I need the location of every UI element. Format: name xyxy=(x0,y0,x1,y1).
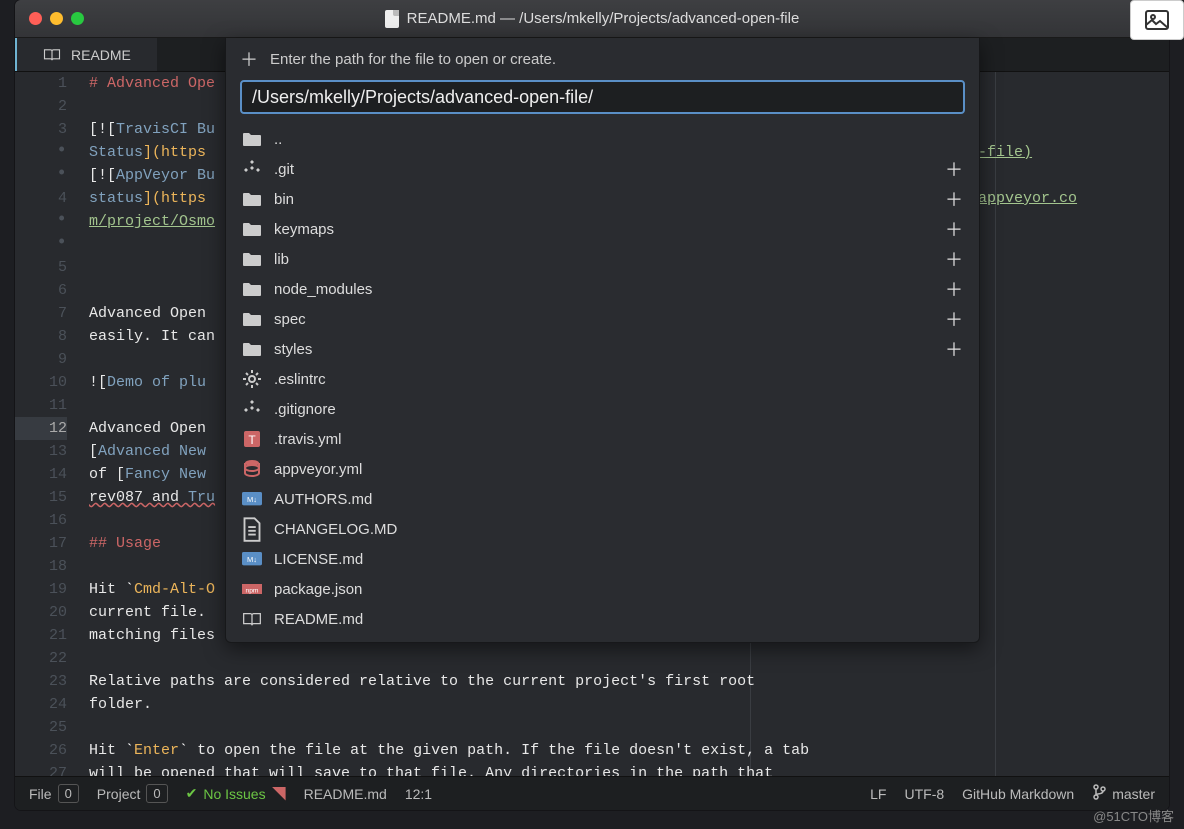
file-row-gitignore[interactable]: .gitignore xyxy=(226,394,979,424)
file-row-READMEmd[interactable]: README.md xyxy=(226,604,979,634)
lint-icon xyxy=(272,787,286,801)
file-name: README.md xyxy=(274,611,363,628)
window-maximize[interactable] xyxy=(71,12,84,25)
book-icon xyxy=(242,610,262,628)
svg-text:M↓: M↓ xyxy=(247,555,257,564)
file-row-lib[interactable]: lib ＋ xyxy=(226,244,979,274)
file-name: keymaps xyxy=(274,221,334,238)
file-row-styles[interactable]: styles ＋ xyxy=(226,334,979,364)
folder-icon xyxy=(242,280,262,298)
add-icon[interactable]: ＋ xyxy=(945,306,963,332)
file-name: lib xyxy=(274,251,289,268)
tab-readme[interactable]: README xyxy=(15,38,157,71)
add-icon[interactable]: ＋ xyxy=(945,156,963,182)
status-issues[interactable]: ✔ No Issues xyxy=(186,785,286,802)
folder-icon xyxy=(242,250,262,268)
file-name: AUTHORS.md xyxy=(274,491,372,508)
overlay-hint: Enter the path for the file to open or c… xyxy=(270,51,556,68)
folder-icon xyxy=(242,310,262,328)
file-name: bin xyxy=(274,191,294,208)
status-file[interactable]: File 0 xyxy=(29,784,79,803)
file-list: ...git＋bin＋keymaps＋lib＋node_modules＋spec… xyxy=(226,124,979,642)
file-name: .git xyxy=(274,161,294,178)
file-row-[interactable]: .. xyxy=(226,124,979,154)
file-row-eslintrc[interactable]: .eslintrc xyxy=(226,364,979,394)
check-icon: ✔ xyxy=(186,785,198,802)
file-row-packagejson[interactable]: npm package.json xyxy=(226,574,979,604)
add-icon[interactable]: ＋ xyxy=(945,276,963,302)
file-name: appveyor.yml xyxy=(274,461,362,478)
file-name: .. xyxy=(274,131,282,148)
window-close[interactable] xyxy=(29,12,42,25)
file-row-bin[interactable]: bin ＋ xyxy=(226,184,979,214)
file-name: .travis.yml xyxy=(274,431,342,448)
open-file-overlay: ＋ Enter the path for the file to open or… xyxy=(225,38,980,643)
status-encoding[interactable]: UTF-8 xyxy=(904,786,944,802)
folder-icon xyxy=(242,130,262,148)
path-input[interactable] xyxy=(252,87,953,108)
file-name: styles xyxy=(274,341,312,358)
status-bar: File 0 Project 0 ✔ No Issues README.md 1… xyxy=(15,776,1169,810)
add-icon[interactable]: ＋ xyxy=(945,246,963,272)
plus-icon: ＋ xyxy=(240,46,256,72)
add-icon[interactable]: ＋ xyxy=(945,216,963,242)
status-eol[interactable]: LF xyxy=(870,786,886,802)
add-icon[interactable]: ＋ xyxy=(945,336,963,362)
doc-icon xyxy=(242,520,262,538)
add-icon[interactable]: ＋ xyxy=(945,186,963,212)
file-row-git[interactable]: .git ＋ xyxy=(226,154,979,184)
file-name: spec xyxy=(274,311,306,328)
file-row-nodemodules[interactable]: node_modules ＋ xyxy=(226,274,979,304)
gutter: 123••4••56789101112131415161718192021222… xyxy=(15,72,77,776)
repo-icon xyxy=(242,400,262,418)
tab-label: README xyxy=(71,47,131,63)
npm-icon: npm xyxy=(242,580,262,598)
file-name: LICENSE.md xyxy=(274,551,363,568)
file-name: package.json xyxy=(274,581,362,598)
file-row-CHANGELOGMD[interactable]: CHANGELOG.MD xyxy=(226,514,979,544)
status-grammar[interactable]: GitHub Markdown xyxy=(962,786,1074,802)
file-row-appveyoryml[interactable]: appveyor.yml xyxy=(226,454,979,484)
book-icon xyxy=(43,48,61,62)
file-name: CHANGELOG.MD xyxy=(274,521,397,538)
status-branch[interactable]: master xyxy=(1092,784,1155,803)
db-icon xyxy=(242,460,262,478)
window-title: README.md — /Users/mkelly/Projects/advan… xyxy=(407,10,800,27)
file-row-travisyml[interactable]: T .travis.yml xyxy=(226,424,979,454)
git-branch-icon xyxy=(1092,784,1106,803)
file-name: .gitignore xyxy=(274,401,336,418)
watermark: @51CTO博客 xyxy=(1093,806,1174,825)
status-project[interactable]: Project 0 xyxy=(97,784,168,803)
path-input-wrap[interactable] xyxy=(240,80,965,114)
external-image-tab[interactable] xyxy=(1130,0,1184,40)
md-icon: M↓ xyxy=(242,490,262,508)
folder-icon xyxy=(242,220,262,238)
md-icon: M↓ xyxy=(242,550,262,568)
file-name: .eslintrc xyxy=(274,371,326,388)
file-row-LICENSEmd[interactable]: M↓ LICENSE.md xyxy=(226,544,979,574)
svg-text:M↓: M↓ xyxy=(247,495,257,504)
window-minimize[interactable] xyxy=(50,12,63,25)
status-position[interactable]: 12:1 xyxy=(405,786,432,802)
file-name: node_modules xyxy=(274,281,372,298)
file-row-keymaps[interactable]: keymaps ＋ xyxy=(226,214,979,244)
folder-icon xyxy=(242,190,262,208)
file-row-AUTHORSmd[interactable]: M↓ AUTHORS.md xyxy=(226,484,979,514)
travis-icon: T xyxy=(242,430,262,448)
repo-icon xyxy=(242,160,262,178)
folder-icon xyxy=(242,340,262,358)
file-icon xyxy=(385,10,399,28)
gear-icon xyxy=(242,370,262,388)
svg-text:npm: npm xyxy=(246,587,259,594)
titlebar: README.md — /Users/mkelly/Projects/advan… xyxy=(15,0,1169,38)
file-row-spec[interactable]: spec ＋ xyxy=(226,304,979,334)
status-filename[interactable]: README.md xyxy=(304,786,387,802)
svg-text:T: T xyxy=(248,433,256,447)
